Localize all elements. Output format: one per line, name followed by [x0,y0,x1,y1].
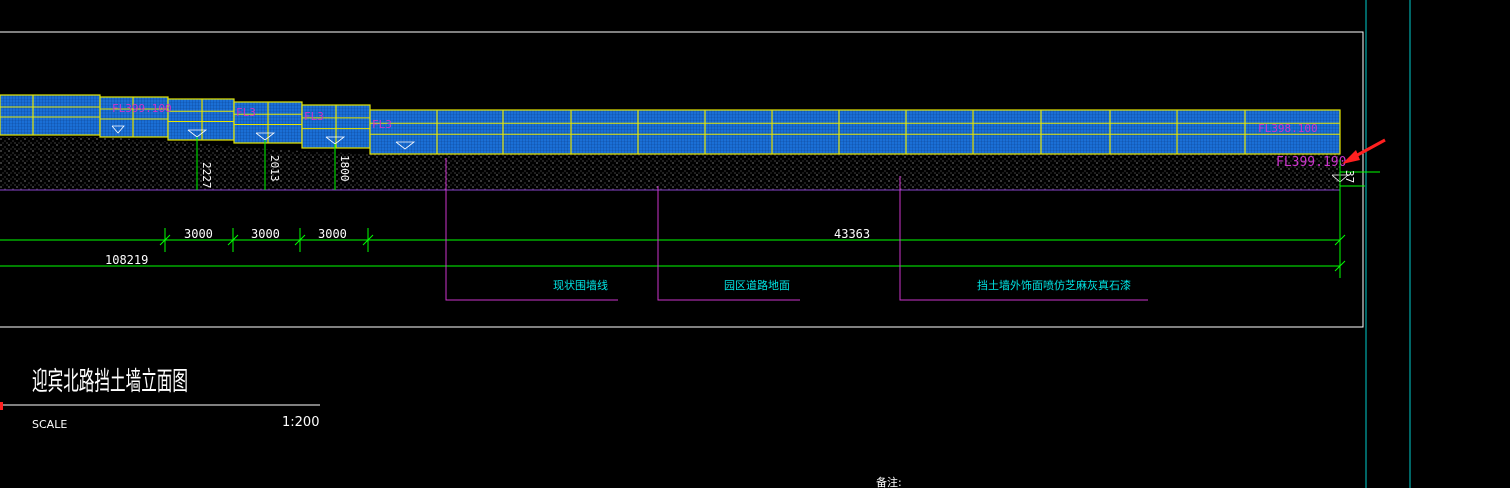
height-dimension-label: 2013 [268,155,281,182]
wall-panel [369,109,1341,155]
notes-label: 备注: [876,475,902,488]
elevation-label: FL3 [236,106,256,119]
dimension-label: 3000 [251,227,280,241]
elevation-label: FL3 [372,118,392,131]
dimension-label: 108219 [105,253,148,267]
leader-label-existing-wall: 现状围墙线 [553,278,608,292]
dimension-label: 3000 [318,227,347,241]
cad-drawing-canvas[interactable]: FL399.100 FL3 FL3 FL3 FL398.100 FL399.19… [0,0,1510,488]
drawing-title: 迎宾北路挡土墙立面图 [32,367,188,397]
elevation-label: FL398.100 [1258,122,1318,135]
elevation-label-ground: FL399.190 [1276,155,1346,170]
wall-panel [0,94,101,136]
scale-value: 1:200 [282,415,319,430]
title-marker [0,402,3,410]
dimension-label: 43363 [834,227,870,241]
leader-label-road-surface: 园区道路地面 [724,278,790,292]
elevation-label: FL399.100 [112,102,172,115]
scale-label: SCALE [32,418,67,431]
height-dimension-label: 1800 [338,155,351,182]
leader-label-wall-finish: 挡土墙外饰面喷仿芝麻灰真石漆 [977,278,1131,292]
elevation-label: FL3 [304,110,324,123]
dimension-label: 3000 [184,227,213,241]
height-dimension-label: 2227 [200,162,213,189]
height-dimension-label: 37 [1343,170,1356,183]
